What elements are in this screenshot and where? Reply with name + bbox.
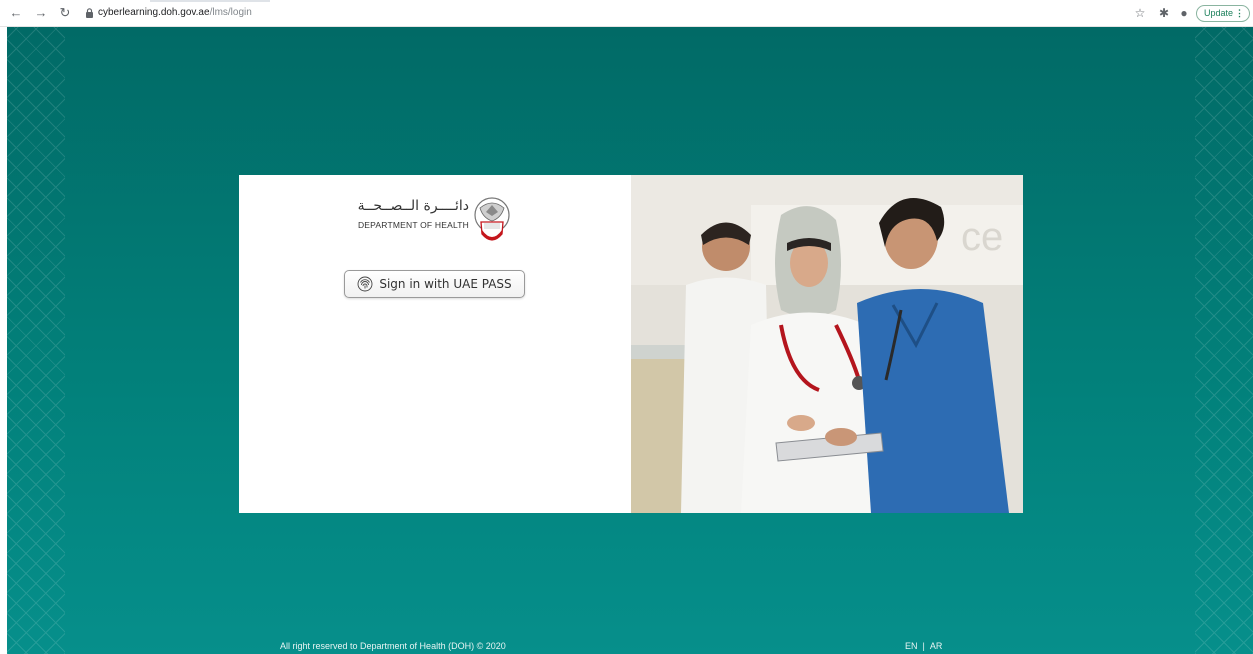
decorative-pattern-left — [7, 27, 65, 654]
reload-icon[interactable]: ↻ — [58, 6, 72, 20]
copyright-text: All right reserved to Department of Heal… — [280, 641, 506, 651]
language-switcher: EN | AR — [905, 641, 942, 651]
sign-in-uaepass-button[interactable]: Sign in with UAE PASS — [344, 270, 525, 298]
sign-in-label: Sign in with UAE PASS — [379, 277, 512, 291]
lock-icon[interactable] — [85, 8, 94, 18]
svg-text:ce: ce — [961, 215, 1003, 259]
url-path: /lms/login — [209, 7, 252, 18]
doh-logo: دائــــرة الــصــحــة DEPARTMENT OF HEAL… — [357, 194, 522, 250]
language-ar-link[interactable]: AR — [930, 641, 943, 651]
logo-english-text: DEPARTMENT OF HEALTH — [357, 220, 469, 230]
logo-arabic-text: دائــــرة الــصــحــة — [357, 198, 469, 214]
medical-staff-photo: ce — [631, 175, 1023, 513]
decorative-pattern-right — [1195, 27, 1253, 654]
language-separator: | — [922, 641, 925, 651]
url-host: cyberlearning.doh.gov.ae — [98, 7, 210, 18]
language-en-link[interactable]: EN — [905, 641, 918, 651]
address-bar[interactable]: cyberlearning.doh.gov.ae/lms/login — [98, 7, 252, 18]
browser-toolbar: ← → ↻ cyberlearning.doh.gov.ae/lms/login… — [0, 0, 1253, 27]
abu-dhabi-emblem-icon — [474, 197, 510, 241]
star-icon[interactable]: ☆ — [1133, 6, 1147, 20]
update-button[interactable]: Update ⋮ — [1196, 5, 1250, 22]
doctors-illustration: ce — [631, 175, 1023, 513]
login-panel: دائــــرة الــصــحــة DEPARTMENT OF HEAL… — [239, 175, 631, 513]
back-arrow-icon[interactable]: ← — [9, 6, 23, 20]
login-page: دائــــرة الــصــحــة DEPARTMENT OF HEAL… — [7, 27, 1253, 654]
forward-arrow-icon[interactable]: → — [34, 6, 48, 20]
menu-dots-icon: ⋮ — [1235, 8, 1244, 18]
update-label: Update — [1204, 8, 1234, 18]
profile-icon[interactable]: ● — [1177, 6, 1191, 20]
puzzle-icon[interactable]: ✱ — [1157, 6, 1171, 20]
login-card: دائــــرة الــصــحــة DEPARTMENT OF HEAL… — [239, 175, 1023, 513]
active-tab-indicator — [150, 0, 270, 2]
fingerprint-icon — [357, 276, 373, 292]
